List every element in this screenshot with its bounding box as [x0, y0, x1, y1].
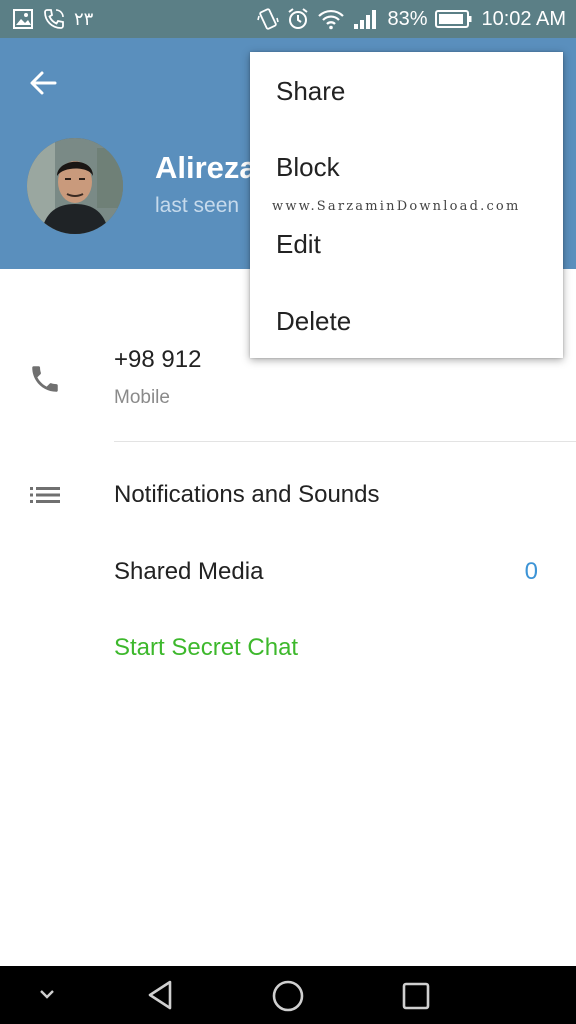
signal-icon [354, 10, 377, 29]
watermark-text: www.SarzaminDownload.com [272, 199, 521, 214]
gallery-icon [13, 9, 33, 29]
battery-icon [435, 10, 472, 28]
back-arrow-icon[interactable] [28, 68, 58, 98]
phone-number[interactable]: +98 912 [114, 346, 201, 374]
battery-percent: 83% [387, 7, 428, 30]
divider [114, 441, 576, 442]
list-icon [30, 487, 60, 503]
home-circle-icon[interactable] [270, 978, 306, 1014]
status-left-text: ۲۳ [74, 8, 94, 30]
overflow-menu: Share Block www.SarzaminDownload.com Edi… [250, 52, 563, 358]
phone-call-icon [44, 9, 64, 29]
start-secret-chat-item[interactable]: Start Secret Chat [114, 634, 298, 662]
alarm-icon [288, 8, 309, 29]
wifi-icon [318, 9, 345, 30]
avatar-photo [27, 138, 123, 234]
phone-type-label: Mobile [114, 387, 170, 408]
back-triangle-icon[interactable] [144, 978, 176, 1012]
menu-item-block[interactable]: Block [276, 152, 340, 183]
menu-item-delete[interactable]: Delete [276, 306, 351, 337]
chevron-down-icon[interactable] [36, 988, 58, 1002]
avatar[interactable] [27, 138, 123, 234]
menu-item-edit[interactable]: Edit [276, 229, 321, 260]
status-bar-right: 83% 10:02 AM [257, 6, 566, 32]
recents-square-icon[interactable] [400, 980, 432, 1012]
vibrate-icon [257, 8, 280, 30]
phone-icon [32, 366, 58, 392]
shared-media-item[interactable]: Shared Media [114, 558, 263, 586]
last-seen-status: last seen [155, 194, 240, 217]
status-bar-left: ۲۳ [12, 6, 93, 32]
contact-name: Alireza [155, 150, 257, 185]
status-bar: ۲۳ 83% 10:02 AM [0, 0, 576, 38]
shared-media-count: 0 [524, 558, 538, 585]
menu-item-share[interactable]: Share [276, 76, 345, 107]
status-time: 10:02 AM [481, 7, 566, 30]
notifications-and-sounds-item[interactable]: Notifications and Sounds [114, 481, 380, 509]
navigation-bar [0, 966, 576, 1024]
